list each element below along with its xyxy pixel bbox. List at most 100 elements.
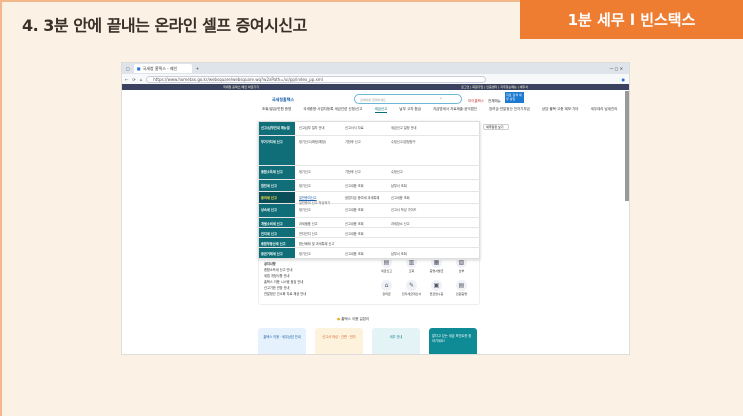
browser-tab[interactable]: ■ 국세청 홈택스 - 메인 xyxy=(133,64,192,73)
menu-link[interactable]: 정기신고 xyxy=(299,207,311,212)
menu-category[interactable]: 원천세 신고 xyxy=(261,183,293,188)
quick-icon[interactable]: ✎ 전자세금계산서 xyxy=(399,280,424,296)
nav-item[interactable]: 장려금·연말정산 전자기부금 xyxy=(489,107,530,113)
menu-link[interactable]: 기한후 신고 xyxy=(345,139,361,144)
scrollbar[interactable] xyxy=(625,91,629,201)
menu-link[interactable]: 신고내용 조회 xyxy=(345,221,364,226)
quick-icons: ▤ 세금신고 ▥ 조회 ▦ 증명서발급 ▧ 납부 ⌂ 장려금 ✎ 전자세금계산서 ▣ 현금영수… xyxy=(374,257,474,296)
search-input[interactable]: 검색어를 입력하세요 xyxy=(354,94,462,104)
menu-link[interactable]: 정기신고 xyxy=(299,251,311,256)
menu-link[interactable]: 기한후 신고 xyxy=(345,169,361,174)
nav-item[interactable]: 지급명세서 자료제출·공익법인 xyxy=(433,107,477,113)
search-icon[interactable]: ⌕ xyxy=(440,96,442,100)
menu-link[interactable]: 과세물품 신고 xyxy=(299,221,318,226)
menu-link[interactable]: 합산배제 및 과세특례 신고 xyxy=(299,241,334,246)
menu-category[interactable]: 인지세 신고 xyxy=(261,231,293,236)
guide-title-text: 홈택스 이용 길잡이 xyxy=(341,317,370,321)
window-icon: ▢ xyxy=(126,66,130,71)
menu-row: 상속세 신고 정기신고 신고내용 조회 신고서 작성 가이드 xyxy=(259,204,481,218)
menu-link[interactable]: 신고내용 조회 xyxy=(345,183,364,188)
menu-category[interactable]: 신고/납부안내 매뉴얼 xyxy=(261,125,293,130)
notice-title: 공지사항 xyxy=(264,262,276,266)
site-logo[interactable]: 국세청홈택스 xyxy=(272,97,294,103)
new-tab-icon[interactable]: + xyxy=(196,66,199,71)
favicon-icon: ■ xyxy=(136,66,141,71)
menu-row: 인지세 신고 전자인지 신고 신고내용 조회 xyxy=(259,228,481,238)
schedule-button[interactable]: 세무일정 보기 xyxy=(483,124,509,130)
quick-icon-label: 조회 xyxy=(408,269,415,273)
menu-row: 종합부동산세 신고 합산배제 및 과세특례 신고 xyxy=(259,238,481,248)
nav-item-tax-filing[interactable]: 세금신고 xyxy=(374,107,388,113)
quick-icon-label: 납부 xyxy=(458,269,465,273)
menu-link[interactable]: 창업자금 증여세 과세특례 xyxy=(345,195,379,200)
guide-card[interactable]: 신고서 작성 · 간편 · 전자 xyxy=(315,328,363,354)
menu-row: 개별소비세 신고 과세물품 신고 신고내용 조회 과세장소 신고 xyxy=(259,218,481,228)
notice-item[interactable]: 연말정산 간소화 자료 제공 안내 xyxy=(264,291,306,297)
quick-consult-button[interactable]: 자료 검색 세무 상담 xyxy=(505,92,524,103)
menu-row: 종합소득세 신고 정기신고 기한후 신고 수정신고 xyxy=(259,166,481,180)
url-field[interactable]: https://www.hometax.go.kr/websquare/webs… xyxy=(146,75,487,83)
menu-link[interactable]: 수정신고/경정청구 xyxy=(391,139,416,144)
window-controls[interactable]: — ▢ ✕ xyxy=(609,66,629,71)
menu-link[interactable]: 납부서 조회 xyxy=(391,251,407,256)
menu-link[interactable]: 정기신고 xyxy=(299,183,311,188)
menu-category[interactable]: 상속세 신고 xyxy=(261,207,293,212)
reload-icon[interactable]: ⟳ xyxy=(132,77,135,82)
receipt-icon: ▣ xyxy=(431,280,442,291)
menu-link[interactable]: 신고내용 조회 xyxy=(391,195,410,200)
main-nav: 조회/발급/민원 증명 국세증명·사업자등록 세금관련 신청/신고 세금신고 납… xyxy=(262,107,617,113)
all-menu-button[interactable]: 전체메뉴 xyxy=(488,99,501,104)
menu-link[interactable]: 신고내용 조회 xyxy=(345,251,364,256)
menu-link[interactable]: 신고서 작성 가이드 xyxy=(391,207,417,212)
tab-bar: ▢ ■ 국세청 홈택스 - 메인 + — ▢ ✕ xyxy=(122,63,629,74)
site-top-strip: 국세청 홈택스 메인 바로가기 로그인 | 회원가입 | 인증센터 | 자주찾는… xyxy=(122,84,629,90)
nav-item[interactable]: 세무대리 납세관리 xyxy=(591,107,618,113)
menu-link[interactable]: 전자인지 신고 xyxy=(299,231,318,236)
guide-title: ● 홈택스 이용 길잡이 xyxy=(337,317,369,322)
menu-category[interactable]: 증권거래세 신고 xyxy=(261,251,293,256)
house-icon: ⌂ xyxy=(381,280,392,291)
menu-link[interactable]: 납부서 조회 xyxy=(391,183,407,188)
menu-link[interactable]: 수정신고 xyxy=(391,169,403,174)
notice-list: 종합소득세 신고 안내 세법 개정사항 안내 홈택스 이용 시스템 점검 안내 … xyxy=(264,267,306,297)
lightbulb-icon: ● xyxy=(337,317,341,321)
menu-link[interactable]: 과세장소 신고 xyxy=(391,221,410,226)
guide-card[interactable]: 세무 안내 xyxy=(372,328,420,354)
menu-link[interactable]: 정기신고 xyxy=(299,169,311,174)
menu-category[interactable]: 개별소비세 신고 xyxy=(261,221,293,226)
my-hometax-button[interactable]: 마이홈택스 xyxy=(468,99,484,104)
menu-link[interactable]: 정기신고(확정/예정) xyxy=(299,139,326,144)
profile-icon[interactable]: ● xyxy=(622,77,630,82)
quick-icon[interactable]: ▤ 민원증명 xyxy=(449,280,474,296)
nav-item[interactable]: 상담·불복·고충 제보·기타 xyxy=(542,107,579,113)
menu-link[interactable]: 신고서식 자료 xyxy=(345,125,364,130)
guide-card-points[interactable]: 알차고 있는 세금 포인트를 찾아가세요! xyxy=(429,328,477,354)
quick-icon-label: 전자세금계산서 xyxy=(401,292,422,296)
menu-category[interactable]: 증여세 신고 xyxy=(261,195,293,200)
quick-icon[interactable]: ⌂ 장려금 xyxy=(374,280,399,296)
quick-icon-label: 세금신고 xyxy=(380,269,393,273)
menu-row: 증권거래세 신고 정기신고 신고내용 조회 납부서 조회 xyxy=(259,248,481,260)
menu-row: 원천세 신고 정기신고 신고내용 조회 납부서 조회 xyxy=(259,180,481,192)
guide-card[interactable]: 홈택스 이용 · 세무상담 안내 xyxy=(258,328,306,354)
top-links[interactable]: 로그인 | 회원가입 | 인증센터 | 자주찾는메뉴 | 세무서 xyxy=(461,85,528,89)
browser-window: ▢ ■ 국세청 홈택스 - 메인 + — ▢ ✕ ← ⟳ ⌂ https://www.… xyxy=(121,62,630,355)
home-icon[interactable]: ⌂ xyxy=(140,77,143,82)
nav-item[interactable]: 납부 고지·환급 xyxy=(399,107,421,113)
menu-link[interactable]: 신고내용 조회 xyxy=(345,207,364,212)
menu-link[interactable]: 세금신고 일정 안내 xyxy=(391,125,417,130)
menu-category[interactable]: 종합부동산세 신고 xyxy=(261,241,293,246)
menu-category[interactable]: 부가가치세 신고 xyxy=(261,139,293,144)
quick-icon-label: 민원증명 xyxy=(455,292,468,296)
quick-icon-label: 장려금 xyxy=(382,292,391,296)
nav-item[interactable]: 국세증명·사업자등록 세금관련 신청/신고 xyxy=(303,107,362,113)
menu-link[interactable]: 신고납부 절차 안내 xyxy=(299,125,325,130)
menu-link[interactable]: 신고내용 조회 xyxy=(345,231,364,236)
quick-icon-label: 현금영수증 xyxy=(429,292,444,296)
menu-category[interactable]: 종합소득세 신고 xyxy=(261,169,293,174)
menu-row: 신고/납부안내 매뉴얼 신고납부 절차 안내 신고서식 자료 세금신고 일정 안내 xyxy=(259,122,481,136)
quick-icon-label: 증명서발급 xyxy=(429,269,444,273)
nav-item[interactable]: 조회/발급/민원 증명 xyxy=(262,107,291,113)
quick-icon[interactable]: ▣ 현금영수증 xyxy=(424,280,449,296)
back-icon[interactable]: ← xyxy=(125,77,128,82)
